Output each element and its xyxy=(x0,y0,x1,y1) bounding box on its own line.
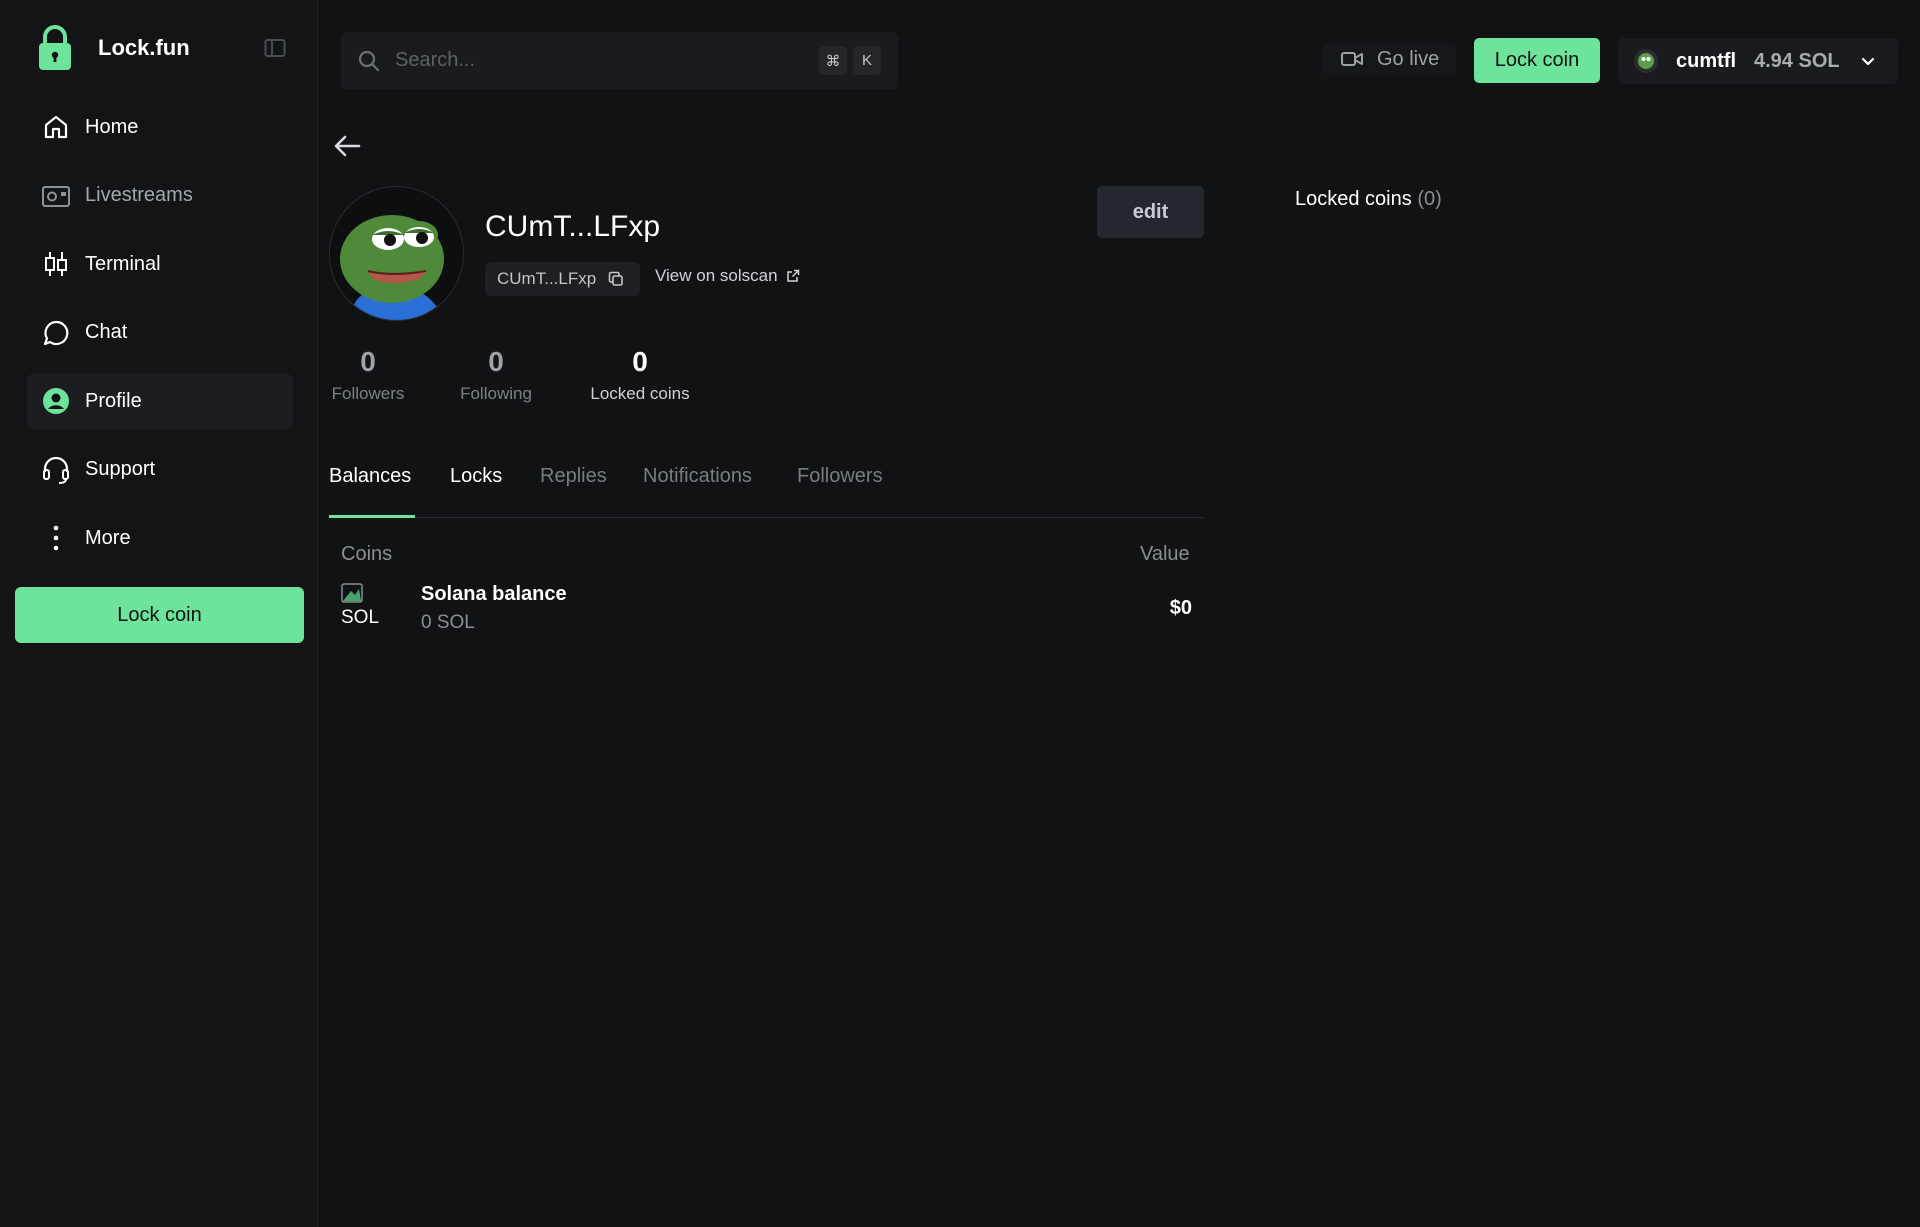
wallet-dropdown[interactable]: cumtfl 4.94 SOL xyxy=(1618,38,1898,84)
go-live-label: Go live xyxy=(1377,47,1440,70)
copy-icon xyxy=(608,271,623,286)
sidebar-item-label: Support xyxy=(85,458,156,480)
stat-label: Locked coins xyxy=(590,384,690,403)
tab-balances[interactable]: Balances xyxy=(329,465,411,488)
coin-ticker: SOL xyxy=(341,607,380,628)
camera-icon xyxy=(41,181,71,211)
shortcut-key-cmd: ⌘ xyxy=(819,46,847,75)
sidebar-item-label: Profile xyxy=(85,389,142,412)
go-live-button[interactable]: Go live xyxy=(1323,43,1456,75)
sidebar-lock-coin-button[interactable]: Lock coin xyxy=(15,587,304,643)
sidebar-item-support[interactable]: Support xyxy=(27,442,293,498)
stat-label: Followers xyxy=(331,384,405,403)
search-icon xyxy=(358,50,380,71)
sidebar-item-label: Livestreams xyxy=(85,184,193,206)
balance-value: $0 xyxy=(1169,597,1192,619)
stat-following[interactable]: 0 Following xyxy=(455,346,537,404)
shortcut-key-k: K xyxy=(853,46,881,75)
sidebar-item-label: Home xyxy=(85,115,139,138)
sidebar-collapse-icon[interactable] xyxy=(264,38,286,58)
back-arrow-icon[interactable] xyxy=(333,134,361,158)
search-placeholder: Search... xyxy=(395,49,476,71)
locked-coins-panel-title: Locked coins (0) xyxy=(1295,188,1442,211)
profile-tabs: Balances Locks Replies Notifications Fol… xyxy=(329,460,1204,518)
stat-followers[interactable]: 0 Followers xyxy=(329,346,407,404)
balance-title: Solana balance xyxy=(421,583,567,605)
solscan-label: View on solscan xyxy=(655,266,778,285)
view-on-solscan-link[interactable]: View on solscan xyxy=(655,266,800,286)
profile-name: CUmT...LFxp xyxy=(485,210,661,243)
column-header-coins: Coins xyxy=(341,543,393,565)
profile-avatar xyxy=(329,186,464,321)
sidebar-item-label: More xyxy=(85,526,131,549)
edit-profile-button[interactable]: edit xyxy=(1097,186,1204,238)
sidebar-item-chat[interactable]: Chat xyxy=(27,305,293,361)
search-bar[interactable]: Search... ⌘ K xyxy=(341,32,898,89)
pepe-avatar-image xyxy=(340,215,444,320)
stat-value: 0 xyxy=(488,346,504,377)
address-copy-chip[interactable]: CUmT...LFxp xyxy=(485,262,640,296)
brand[interactable]: Lock.fun xyxy=(36,22,190,74)
more-vertical-icon xyxy=(41,523,71,553)
stat-locked-coins[interactable]: 0 Locked coins xyxy=(585,346,695,404)
tab-replies[interactable]: Replies xyxy=(540,465,607,488)
locked-coins-count: (0) xyxy=(1417,188,1442,210)
stat-label: Following xyxy=(460,384,532,403)
sidebar: Lock.fun Home Livestreams Terminal Chat … xyxy=(0,0,318,1227)
lock-logo-icon xyxy=(39,25,71,70)
app-root: Lock.fun Home Livestreams Terminal Chat … xyxy=(0,0,1920,1227)
address-text: CUmT...LFxp xyxy=(497,269,597,288)
candles-icon xyxy=(41,249,71,279)
tab-locks[interactable]: Locks xyxy=(450,465,502,488)
stat-value: 0 xyxy=(632,346,648,377)
locked-coins-label: Locked coins xyxy=(1295,188,1412,210)
external-link-icon xyxy=(786,269,799,282)
wallet-avatar xyxy=(1634,49,1658,73)
brand-name: Lock.fun xyxy=(98,35,190,60)
sidebar-item-label: Chat xyxy=(85,321,128,343)
sol-coin-icon: SOL xyxy=(341,583,381,629)
user-circle-icon xyxy=(41,386,71,416)
wallet-balance: 4.94 SOL xyxy=(1754,49,1840,72)
sidebar-item-livestreams[interactable]: Livestreams xyxy=(27,168,293,224)
topbar-lock-coin-button[interactable]: Lock coin xyxy=(1474,38,1600,83)
home-icon xyxy=(41,112,71,142)
chevron-down-icon xyxy=(1861,57,1874,66)
stat-value: 0 xyxy=(360,346,376,377)
sidebar-nav: Home Livestreams Terminal Chat Profile S… xyxy=(27,99,293,579)
chat-bubble-icon xyxy=(41,318,71,348)
headset-icon xyxy=(41,455,71,485)
active-tab-indicator xyxy=(329,515,415,518)
sidebar-item-label: Terminal xyxy=(85,252,161,275)
tab-followers[interactable]: Followers xyxy=(797,465,883,488)
broken-image-icon xyxy=(341,583,363,603)
balance-amount: 0 SOL xyxy=(421,612,475,633)
tab-notifications[interactable]: Notifications xyxy=(643,465,752,488)
sidebar-item-terminal[interactable]: Terminal xyxy=(27,236,293,292)
wallet-username: cumtfl xyxy=(1676,49,1736,72)
video-camera-icon xyxy=(1341,52,1363,66)
sidebar-item-home[interactable]: Home xyxy=(27,99,293,155)
column-header-value: Value xyxy=(1140,543,1190,565)
sidebar-item-profile[interactable]: Profile xyxy=(27,373,293,429)
sidebar-item-more[interactable]: More xyxy=(27,510,293,566)
